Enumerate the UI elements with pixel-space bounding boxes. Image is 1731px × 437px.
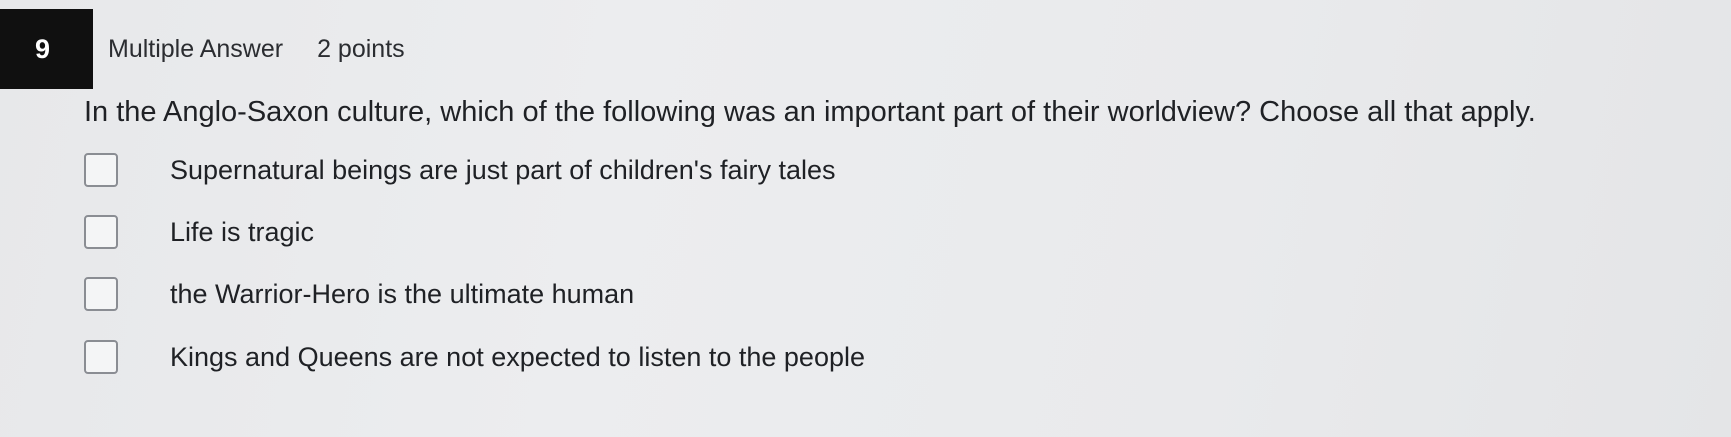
question-card: 9 Multiple Answer 2 points In the Anglo-…	[0, 0, 1731, 437]
question-header: 9 Multiple Answer 2 points	[0, 9, 405, 89]
question-points: 2 points	[317, 34, 405, 63]
answer-option-1[interactable]: Supernatural beings are just part of chi…	[84, 150, 836, 190]
question-prompt: In the Anglo-Saxon culture, which of the…	[84, 96, 1536, 128]
answer-label[interactable]: Life is tragic	[170, 217, 314, 248]
answer-option-3[interactable]: the Warrior-Hero is the ultimate human	[84, 274, 634, 314]
answer-option-4[interactable]: Kings and Queens are not expected to lis…	[84, 337, 865, 377]
answer-checkbox[interactable]	[84, 153, 118, 187]
answer-checkbox[interactable]	[84, 340, 118, 374]
question-number: 9	[0, 9, 93, 89]
answer-label[interactable]: Kings and Queens are not expected to lis…	[170, 342, 865, 373]
answer-label[interactable]: the Warrior-Hero is the ultimate human	[170, 279, 634, 310]
answer-checkbox[interactable]	[84, 277, 118, 311]
question-type: Multiple Answer	[108, 34, 284, 63]
answer-option-2[interactable]: Life is tragic	[84, 212, 314, 252]
answer-label[interactable]: Supernatural beings are just part of chi…	[170, 155, 836, 186]
answer-checkbox[interactable]	[84, 215, 118, 249]
